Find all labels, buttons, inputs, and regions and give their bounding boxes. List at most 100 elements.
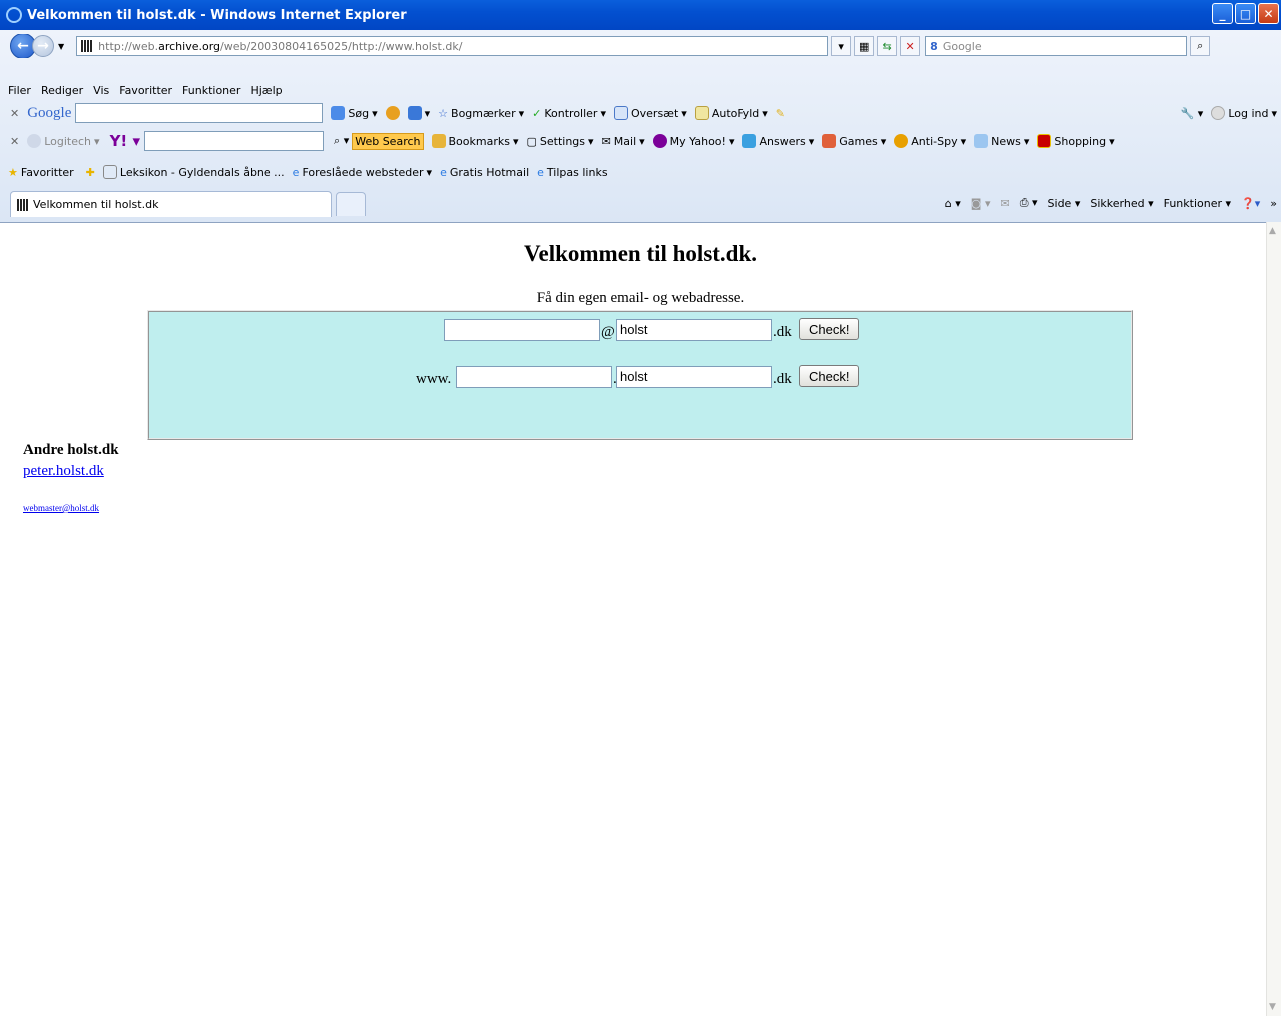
mail-label: Mail	[613, 134, 637, 148]
favorite-link-customize[interactable]: e Tilpas links	[537, 166, 607, 179]
refresh-icon[interactable]: ⇆	[877, 36, 898, 56]
tab-title: Velkommen til holst.dk	[33, 198, 159, 211]
menu-help[interactable]: Hjælp	[250, 84, 282, 97]
yahoo-bookmarks-button[interactable]: Bookmarks ▾	[431, 134, 519, 148]
address-bar[interactable]: http://web. archive.org/web/2003080416502…	[76, 36, 829, 56]
google-toolbar: ✕ Google Søg ▾ ▾ ☆ Bogmærker ▾ ✓ Kontrolle…	[0, 101, 1281, 125]
menu-favorites[interactable]: Favoritter	[119, 84, 172, 97]
search-icon[interactable]: ⌕	[1190, 36, 1211, 56]
peter-link[interactable]: peter.holst.dk	[23, 463, 104, 480]
tab-favicon	[17, 198, 29, 211]
plus-icon	[407, 106, 422, 120]
web-check-button[interactable]: Check!	[799, 365, 860, 387]
favorite-link-leksikon[interactable]: Leksikon - Gyldendals åbne ...	[102, 165, 285, 179]
wrench-icon[interactable]: 🔧 ▾	[1181, 107, 1204, 120]
autofill-button[interactable]: AutoFyld ▾	[694, 106, 768, 120]
favorites-star-icon: ★	[8, 165, 18, 179]
forward-button[interactable]: →	[32, 35, 54, 57]
logitech-button[interactable]: Logitech ▾	[27, 134, 100, 148]
search-input[interactable]: 8 Google	[925, 36, 1188, 56]
tab-active[interactable]: Velkommen til holst.dk	[10, 191, 332, 217]
add-favorite-icon[interactable]: ✚	[86, 166, 95, 179]
menu-view[interactable]: Vis	[93, 84, 109, 97]
feeds-icon[interactable]: ◙ ▾	[971, 197, 991, 210]
web-subdomain-input[interactable]	[456, 366, 612, 388]
vertical-scrollbar[interactable]: ▲ ▼	[1266, 222, 1281, 1016]
history-dropdown-icon[interactable]: ▼	[58, 42, 64, 51]
anti-spy-button[interactable]: Anti-Spy ▾	[894, 134, 966, 148]
search-placeholder: Google	[942, 39, 982, 53]
google-search-input[interactable]	[75, 103, 324, 123]
tools-menu[interactable]: Funktioner ▾	[1164, 197, 1231, 210]
email-username-input[interactable]	[444, 319, 600, 341]
answers-label: Answers	[759, 134, 806, 148]
ie-small-icon: e	[292, 165, 300, 179]
ie-small-icon: e	[537, 165, 544, 179]
shopping-icon	[1037, 134, 1052, 148]
page-subtitle: Få din egen email- og webadresse.	[536, 290, 745, 306]
close-button[interactable]: ✕	[1258, 3, 1279, 24]
spellcheck-icon: ✓	[532, 106, 542, 120]
news-button[interactable]: News ▾	[974, 134, 1029, 148]
read-mail-icon[interactable]: ✉	[1000, 197, 1009, 210]
compat-view-icon[interactable]: ▦	[854, 36, 875, 56]
yahoo-bookmarks-icon	[431, 134, 446, 148]
url-rest: /web/20030804165025/http://www.holst.dk/	[220, 39, 463, 53]
mail-button[interactable]: ✉ Mail ▾	[602, 135, 645, 148]
answers-button[interactable]: Answers ▾	[742, 134, 814, 148]
address-dropdown-button[interactable]: ▾	[831, 36, 852, 56]
favorite-link-suggested[interactable]: e Foreslåede websteder ▾	[293, 166, 432, 179]
webmaster-link[interactable]: webmaster@holst.dk	[23, 503, 99, 513]
translate-button[interactable]: Oversæt ▾	[613, 106, 687, 120]
scroll-up-icon[interactable]: ▲	[1269, 226, 1276, 236]
settings-button[interactable]: ▢ Settings ▾	[527, 135, 594, 148]
email-domain-input[interactable]: holst	[616, 319, 772, 341]
safety-menu[interactable]: Sikkerhed ▾	[1090, 197, 1153, 210]
www-prefix: www.	[416, 371, 452, 387]
home-icon[interactable]: ⌂ ▾	[945, 197, 961, 210]
yahoo-search-input[interactable]	[144, 131, 325, 151]
login-label: Log ind	[1228, 106, 1269, 120]
new-tab-button[interactable]	[336, 192, 366, 216]
my-yahoo-button[interactable]: My Yahoo! ▾	[652, 134, 734, 148]
shopping-button[interactable]: Shopping ▾	[1037, 134, 1115, 148]
bookmarks-button[interactable]: ☆ Bogmærker ▾	[438, 107, 524, 120]
autofill-icon	[694, 106, 709, 120]
web-domain-input[interactable]: holst	[616, 366, 772, 388]
maximize-button[interactable]: □	[1235, 3, 1256, 24]
favorite-link-hotmail[interactable]: e Gratis Hotmail	[440, 166, 529, 179]
add-button[interactable]: ▾	[407, 106, 430, 120]
my-yahoo-label: My Yahoo!	[669, 134, 726, 148]
menu-file[interactable]: Filer	[8, 84, 31, 97]
minimize-button[interactable]: _	[1212, 3, 1233, 24]
ie-small-icon: e	[440, 165, 447, 179]
web-suffix: .dk	[773, 371, 792, 387]
spellcheck-button[interactable]: ✓ Kontroller ▾	[532, 107, 606, 120]
help-icon[interactable]: ❓▾	[1241, 197, 1260, 210]
page-menu[interactable]: Side ▾	[1048, 197, 1081, 210]
menu-edit[interactable]: Rediger	[41, 84, 83, 97]
login-button[interactable]: Log ind ▾	[1211, 106, 1277, 120]
web-search-button[interactable]: Web Search	[352, 132, 424, 150]
google-logo: Google	[27, 104, 72, 121]
magnifier-icon[interactable]: ⌕ ▾	[334, 134, 349, 148]
highlighter-icon[interactable]: ✎	[776, 107, 785, 120]
close-yahoo-toolbar-icon[interactable]: ✕	[10, 135, 19, 148]
favorites-button[interactable]: ★ Favoritter	[8, 166, 74, 179]
more-icon[interactable]: »	[1270, 197, 1277, 210]
menu-tools[interactable]: Funktioner	[182, 84, 240, 97]
yahoo-logo-icon[interactable]: Y! ▾	[110, 132, 140, 150]
settings-icon: ▢	[526, 134, 537, 148]
favorites-bar: ★ Favoritter ✚ Leksikon - Gyldendals åbne…	[0, 160, 1281, 184]
spiral-button[interactable]	[385, 106, 400, 120]
at-sign: @	[601, 324, 615, 340]
close-toolbar-icon[interactable]: ✕	[10, 107, 19, 120]
games-button[interactable]: Games ▾	[822, 134, 886, 148]
google-search-button[interactable]: Søg ▾	[331, 106, 378, 120]
print-icon[interactable]: ⎙ ▾	[1020, 196, 1038, 210]
logitech-icon	[27, 134, 42, 148]
stop-icon[interactable]: ✕	[900, 36, 921, 56]
email-check-button[interactable]: Check!	[799, 318, 860, 340]
translate-icon	[613, 106, 628, 120]
scroll-down-icon[interactable]: ▼	[1269, 1002, 1276, 1012]
